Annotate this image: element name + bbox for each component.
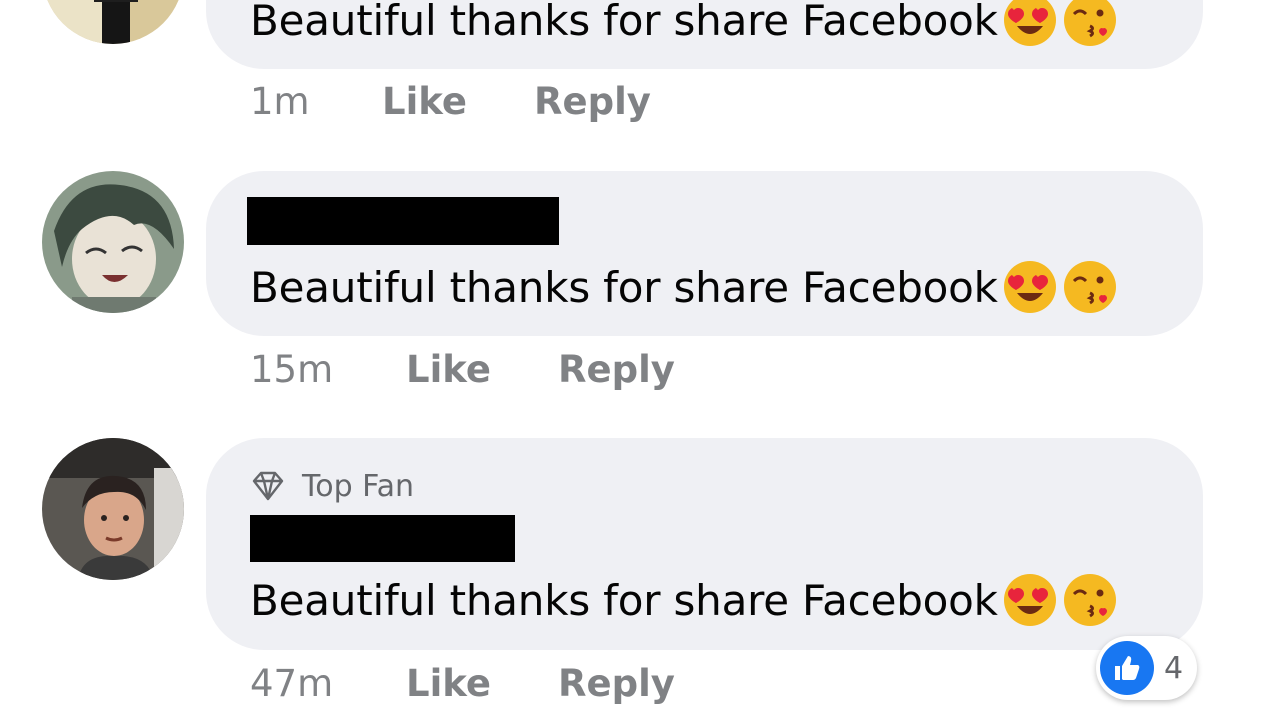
- comments-thread: Beautiful thanks for share Facebook 1m L…: [0, 0, 1280, 720]
- comment-time[interactable]: 47m: [250, 662, 406, 705]
- commenter-avatar[interactable]: [42, 0, 184, 44]
- comment-text: Beautiful thanks for share Facebook: [250, 572, 1118, 628]
- like-button[interactable]: Like: [382, 80, 534, 123]
- badge-label: Top Fan: [302, 468, 415, 504]
- comment-bubble: Beautiful thanks for share Facebook: [206, 171, 1203, 336]
- kissing-wink-emoji: [1062, 572, 1118, 628]
- comment-actions: 47m Like Reply: [250, 658, 675, 708]
- reply-button[interactable]: Reply: [558, 662, 675, 705]
- comment-bubble: Top Fan Beautiful thanks for share Faceb…: [206, 438, 1203, 650]
- comment-bubble: Beautiful thanks for share Facebook: [206, 0, 1203, 69]
- kissing-wink-emoji: [1062, 259, 1118, 315]
- redacted-commenter-name: [247, 197, 559, 245]
- reaction-count: 4: [1164, 650, 1184, 686]
- heart-eyes-emoji: [1002, 0, 1058, 48]
- like-button[interactable]: Like: [406, 662, 558, 705]
- heart-eyes-emoji: [1002, 572, 1058, 628]
- diamond-icon: [252, 471, 284, 501]
- comment-text: Beautiful thanks for share Facebook: [250, 0, 1118, 48]
- reply-button[interactable]: Reply: [534, 80, 651, 123]
- comment-time[interactable]: 1m: [250, 80, 382, 123]
- reply-button[interactable]: Reply: [558, 348, 675, 391]
- comment-actions: 1m Like Reply: [250, 76, 651, 126]
- heart-eyes-emoji: [1002, 259, 1058, 315]
- comment-actions: 15m Like Reply: [250, 344, 675, 394]
- like-reaction-icon: [1100, 641, 1154, 695]
- comment-time[interactable]: 15m: [250, 348, 406, 391]
- redacted-commenter-name: [250, 515, 515, 562]
- kissing-wink-emoji: [1062, 0, 1118, 48]
- commenter-avatar[interactable]: [42, 171, 184, 313]
- reaction-summary[interactable]: 4: [1096, 636, 1198, 700]
- like-button[interactable]: Like: [406, 348, 558, 391]
- top-fan-badge[interactable]: Top Fan: [250, 468, 414, 504]
- comment-text: Beautiful thanks for share Facebook: [250, 259, 1118, 315]
- commenter-avatar[interactable]: [42, 438, 184, 580]
